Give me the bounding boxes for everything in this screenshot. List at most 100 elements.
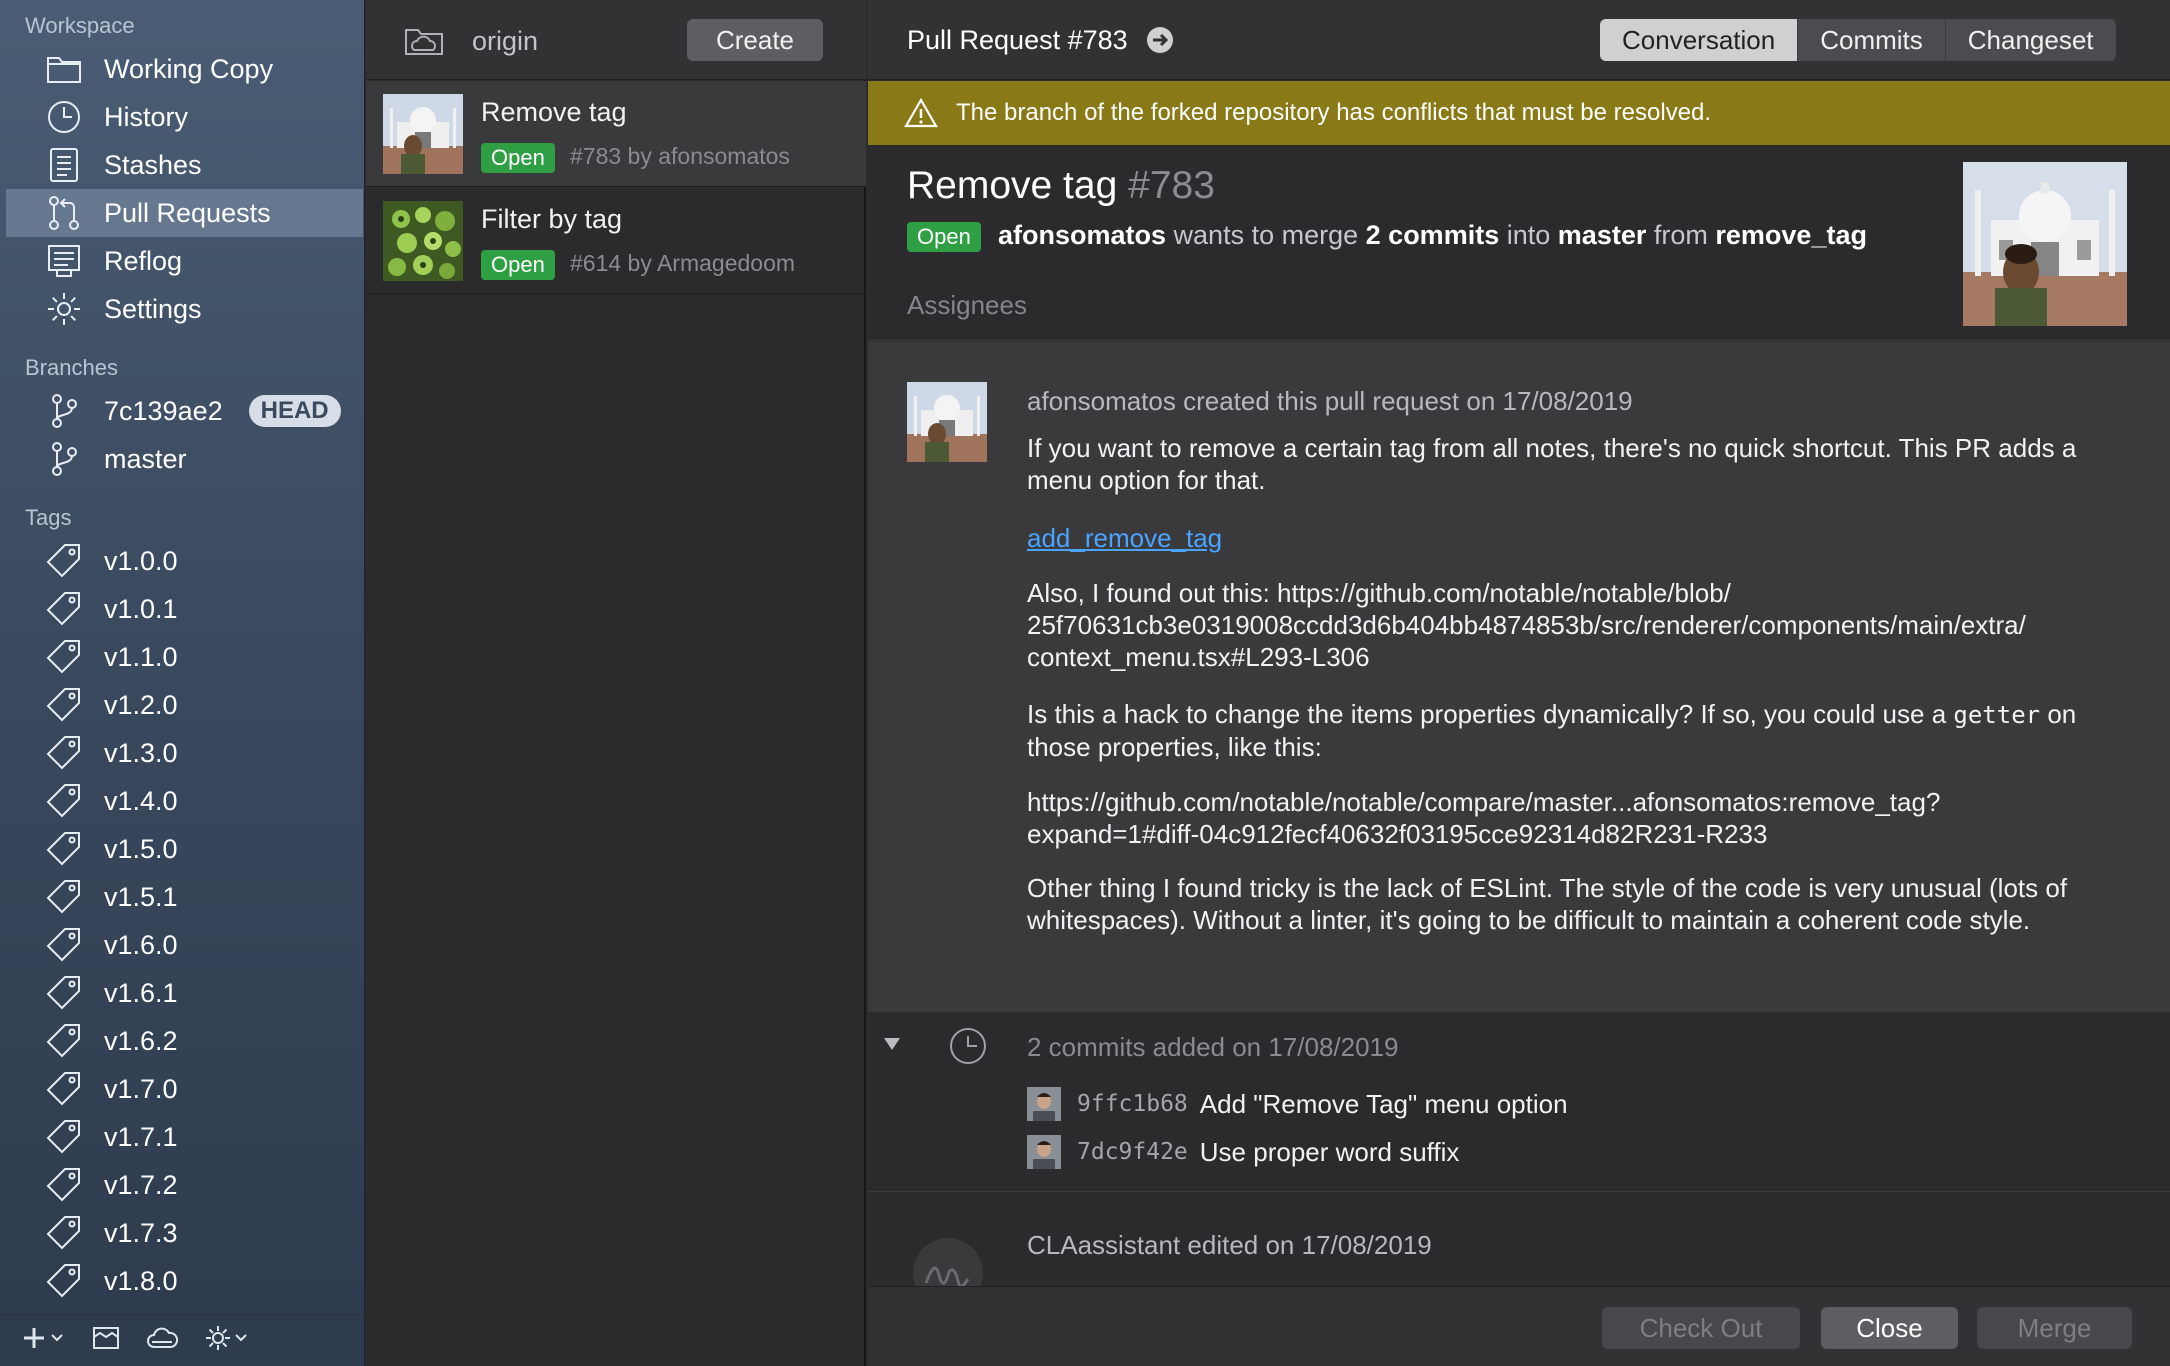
sidebar-item-settings[interactable]: Settings: [6, 285, 363, 333]
sidebar-item-branch-7c139ae2[interactable]: 7c139ae2 HEAD: [6, 387, 363, 435]
sidebar: Workspace Working Copy History Stashes P…: [0, 0, 365, 1366]
sidebar-item-tag[interactable]: v1.5.0: [6, 825, 363, 873]
commenter-avatar: [907, 382, 987, 462]
archive-icon[interactable]: [92, 1325, 120, 1356]
check-out-button[interactable]: Check Out: [1602, 1307, 1800, 1349]
gear-menu-icon[interactable]: [204, 1324, 250, 1357]
cla-event: CLAassistant edited on 17/08/2019: [868, 1193, 2170, 1286]
reflog-icon: [44, 241, 84, 281]
folder-icon: [44, 49, 84, 89]
comment-line: context_menu.tsx#L293-L306: [1027, 642, 1370, 672]
tag-icon: [44, 541, 84, 581]
commit-message: Add "Remove Tag" menu option: [1199, 1088, 1568, 1119]
pull-request-title: Remove tag #783: [907, 164, 1215, 208]
head-badge: HEAD: [248, 395, 341, 427]
gear-icon: [44, 289, 84, 329]
open-badge: Open: [907, 222, 981, 252]
tag-label: v1.7.3: [104, 1217, 178, 1248]
tab-changeset[interactable]: Changeset: [1944, 19, 2116, 61]
sidebar-item-tag[interactable]: v1.0.1: [6, 585, 363, 633]
add-menu-icon[interactable]: [22, 1325, 66, 1356]
sidebar-item-tag[interactable]: v1.1.0: [6, 633, 363, 681]
title-text: Remove tag: [907, 164, 1118, 207]
merge-text: wants to merge: [1173, 220, 1359, 250]
sidebar-item-tag[interactable]: v1.6.0: [6, 921, 363, 969]
tag-label: v1.1.0: [104, 641, 178, 672]
stash-icon: [44, 145, 84, 185]
pull-request-detail-pane: Pull Request #783 Conversation Commits C…: [868, 0, 2170, 1366]
tag-icon: [44, 589, 84, 629]
author-avatar: [383, 94, 463, 174]
tag-label: v1.6.2: [104, 1025, 178, 1056]
tag-icon: [44, 877, 84, 917]
tab-conversation[interactable]: Conversation: [1600, 19, 1798, 61]
sidebar-item-tag[interactable]: v1.2.0: [6, 681, 363, 729]
sidebar-item-history[interactable]: History: [6, 93, 363, 141]
branch-icon: [44, 391, 84, 431]
sidebar-item-stashes[interactable]: Stashes: [6, 141, 363, 189]
tag-icon: [44, 1069, 84, 1109]
author-name: afonsomatos: [998, 220, 1167, 250]
sidebar-item-tag[interactable]: v1.7.1: [6, 1113, 363, 1161]
sidebar-item-tag[interactable]: v1.7.3: [6, 1209, 363, 1257]
pull-request-row-783[interactable]: Remove tag Open #783 by afonsomatos: [366, 81, 866, 187]
pull-request-title: Filter by tag: [481, 204, 623, 234]
sidebar-item-working-copy[interactable]: Working Copy: [6, 45, 363, 93]
tag-label: v1.7.2: [104, 1169, 178, 1200]
tag-icon: [44, 1165, 84, 1205]
open-badge: Open: [481, 250, 555, 280]
assignees-label: Assignees: [907, 290, 1027, 320]
sidebar-item-tag[interactable]: v1.3.0: [6, 729, 363, 777]
open-badge: Open: [481, 143, 555, 173]
disclosure-triangle-icon[interactable]: [882, 1034, 902, 1059]
tag-icon: [44, 829, 84, 869]
comment-line: 25f70631cb3e0319008ccdd3d6b404bb4874853b…: [1027, 610, 2026, 640]
tab-commits[interactable]: Commits: [1797, 19, 1945, 61]
open-in-browser-icon[interactable]: [1146, 26, 1174, 59]
sidebar-item-tag[interactable]: v1.8.0: [6, 1257, 363, 1305]
sidebar-item-reflog[interactable]: Reflog: [6, 237, 363, 285]
pull-request-row-614[interactable]: Filter by tag Open #614 by Armagedoom: [366, 188, 866, 294]
merge-button[interactable]: Merge: [1977, 1307, 2132, 1349]
sidebar-item-tag[interactable]: v1.5.1: [6, 873, 363, 921]
author-avatar-large: [1963, 162, 2127, 326]
sidebar-item-tag[interactable]: v1.7.2: [6, 1161, 363, 1209]
sidebar-item-pull-requests[interactable]: Pull Requests: [6, 189, 363, 237]
remote-icon[interactable]: [404, 24, 444, 61]
tag-icon: [44, 973, 84, 1013]
comment-line: https://github.com/notable/notable/compa…: [1027, 787, 1941, 817]
comment-paragraph: Other thing I found tricky is the lack o…: [1027, 873, 2068, 935]
commit-author-avatar: [1027, 1087, 1061, 1121]
tag-label: v1.3.0: [104, 737, 178, 768]
cla-event-text: CLAassistant edited on 17/08/2019: [1027, 1230, 1432, 1260]
sidebar-item-tag[interactable]: v1.6.2: [6, 1017, 363, 1065]
pull-request-list-pane: origin Create Remove tag Open #783 by af…: [366, 0, 866, 1366]
tag-label: v1.0.0: [104, 545, 178, 576]
comment-paragraph: If you want to remove a certain tag from…: [1027, 433, 2077, 495]
clock-icon: [948, 1026, 988, 1071]
sidebar-item-label: Settings: [104, 293, 202, 324]
commit-count: 2 commits: [1365, 220, 1500, 250]
pull-request-title: Remove tag: [481, 97, 627, 127]
conflict-warning-bar: The branch of the forked repository has …: [868, 81, 2170, 145]
pull-request-header: Remove tag #783 Open afonsomatos wants t…: [868, 146, 2170, 341]
comment-line: expand=1#diff-04c912fecf40632f03195cce92…: [1027, 819, 1768, 849]
create-button[interactable]: Create: [687, 19, 823, 61]
pull-request-meta: #783 by afonsomatos: [570, 143, 790, 169]
close-button[interactable]: Close: [1821, 1307, 1958, 1349]
sidebar-item-tag[interactable]: v1.6.1: [6, 969, 363, 1017]
commit-row[interactable]: 9ffc1b68 Add "Remove Tag" menu option: [1027, 1084, 1568, 1124]
sidebar-item-tag[interactable]: v1.7.0: [6, 1065, 363, 1113]
sidebar-item-branch-master[interactable]: master: [6, 435, 363, 483]
sidebar-item-tag[interactable]: v1.4.0: [6, 777, 363, 825]
sidebar-item-label: History: [104, 101, 189, 132]
branch-link[interactable]: add_remove_tag: [1027, 523, 1222, 553]
sidebar-item-tag[interactable]: v1.0.0: [6, 537, 363, 585]
cloud-icon[interactable]: [146, 1325, 179, 1356]
workspace-header: Workspace: [25, 13, 135, 38]
branch-label: 7c139ae2: [104, 395, 223, 426]
commit-row[interactable]: 7dc9f42e Use proper word suffix: [1027, 1132, 1459, 1172]
warning-text: The branch of the forked repository has …: [956, 99, 1712, 126]
tag-label: v1.4.0: [104, 785, 178, 816]
list-toolbar: origin Create: [366, 0, 866, 80]
